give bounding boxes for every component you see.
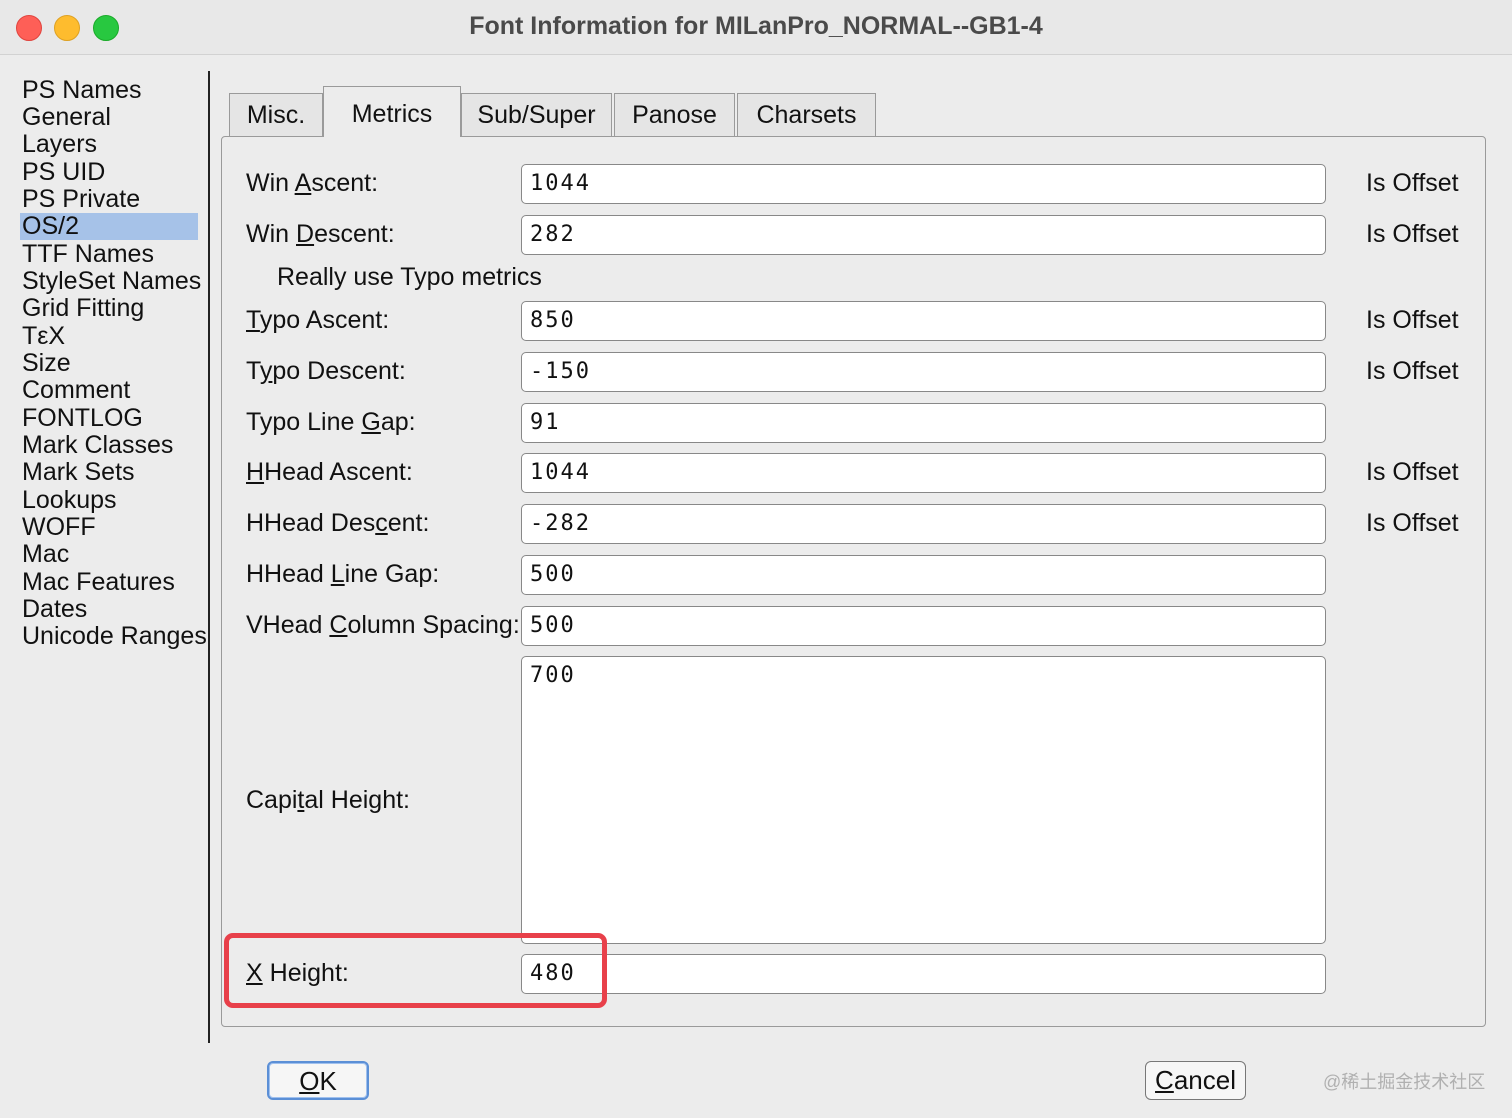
sidebar-divider[interactable]: [208, 71, 210, 1043]
sidebar-item-styleset-names[interactable]: StyleSet Names: [20, 268, 201, 295]
typo-ascent-label: Typo Ascent:: [246, 306, 390, 334]
hhead-descent-is-offset[interactable]: Is Offset: [1366, 509, 1459, 538]
typo-ascent-input[interactable]: 850: [521, 301, 1326, 341]
x-height-label: X Height:: [246, 959, 349, 987]
tab-metrics[interactable]: Metrics: [323, 86, 461, 137]
win-descent-input[interactable]: 282: [521, 215, 1326, 255]
sidebar-item-mark-classes[interactable]: Mark Classes: [20, 432, 198, 459]
sidebar-item-grid-fitting[interactable]: Grid Fitting: [20, 295, 198, 322]
capital-height-input[interactable]: 700: [521, 656, 1326, 944]
sidebar-item-woff[interactable]: WOFF: [20, 514, 198, 541]
sidebar-item-mac-features[interactable]: Mac Features: [20, 569, 198, 596]
ok-button[interactable]: OK: [267, 1061, 369, 1100]
sidebar-item-tex[interactable]: TεX: [20, 323, 198, 350]
sidebar-item-size[interactable]: Size: [20, 350, 198, 377]
sidebar-item-layers[interactable]: Layers: [20, 131, 198, 158]
typo-descent-input[interactable]: -150: [521, 352, 1326, 392]
typo-descent-label: Typo Descent:: [246, 357, 406, 385]
sidebar: PS Names General Layers PS UID PS Privat…: [0, 55, 210, 1045]
title-bar: Font Information for MILanPro_NORMAL--GB…: [0, 0, 1512, 55]
sidebar-item-os2[interactable]: OS/2: [20, 213, 198, 240]
win-ascent-label: Win Ascent:: [246, 169, 379, 197]
sidebar-item-lookups[interactable]: Lookups: [20, 487, 198, 514]
typo-line-gap-label: Typo Line Gap:: [246, 408, 416, 436]
dialog-content: PS Names General Layers PS UID PS Privat…: [0, 55, 1512, 1118]
hhead-line-gap-input[interactable]: 500: [521, 555, 1326, 595]
really-use-typo-metrics-checkbox[interactable]: Really use Typo metrics: [277, 263, 542, 292]
hhead-descent-label: HHead Descent:: [246, 509, 430, 537]
sidebar-item-mac[interactable]: Mac: [20, 541, 198, 568]
hhead-descent-input[interactable]: -282: [521, 504, 1326, 544]
win-ascent-is-offset[interactable]: Is Offset: [1366, 169, 1459, 198]
tab-charsets[interactable]: Charsets: [737, 93, 876, 137]
win-descent-label: Win Descent:: [246, 220, 395, 248]
sidebar-item-ttf-names[interactable]: TTF Names: [20, 241, 198, 268]
sidebar-item-fontlog[interactable]: FONTLOG: [20, 405, 198, 432]
vhead-column-spacing-label: VHead Column Spacing:: [246, 611, 520, 639]
tab-misc[interactable]: Misc.: [229, 93, 323, 137]
sidebar-item-unicode-ranges[interactable]: Unicode Ranges: [20, 623, 207, 650]
sidebar-item-dates[interactable]: Dates: [20, 596, 198, 623]
win-descent-is-offset[interactable]: Is Offset: [1366, 220, 1459, 249]
cancel-button[interactable]: Cancel: [1145, 1061, 1246, 1100]
window-title: Font Information for MILanPro_NORMAL--GB…: [469, 12, 1043, 40]
hhead-ascent-label: HHead Ascent:: [246, 458, 413, 486]
win-ascent-input[interactable]: 1044: [521, 164, 1326, 204]
hhead-ascent-is-offset[interactable]: Is Offset: [1366, 458, 1459, 487]
sidebar-item-ps-uid[interactable]: PS UID: [20, 159, 198, 186]
sidebar-item-ps-names[interactable]: PS Names: [20, 77, 198, 104]
sidebar-item-ps-private[interactable]: PS Private: [20, 186, 198, 213]
capital-height-label: Capital Height:: [246, 786, 410, 814]
sidebar-item-general[interactable]: General: [20, 104, 198, 131]
x-height-input[interactable]: 480: [521, 954, 1326, 994]
sidebar-item-mark-sets[interactable]: Mark Sets: [20, 459, 198, 486]
tab-sub-super[interactable]: Sub/Super: [461, 93, 612, 137]
tab-panose[interactable]: Panose: [614, 93, 735, 137]
vhead-column-spacing-input[interactable]: 500: [521, 606, 1326, 646]
sidebar-item-comment[interactable]: Comment: [20, 377, 198, 404]
hhead-ascent-input[interactable]: 1044: [521, 453, 1326, 493]
typo-line-gap-input[interactable]: 91: [521, 403, 1326, 443]
watermark-text: @稀土掘金技术社区: [1323, 1072, 1486, 1092]
typo-descent-is-offset[interactable]: Is Offset: [1366, 357, 1459, 386]
hhead-line-gap-label: HHead Line Gap:: [246, 560, 440, 588]
typo-ascent-is-offset[interactable]: Is Offset: [1366, 306, 1459, 335]
